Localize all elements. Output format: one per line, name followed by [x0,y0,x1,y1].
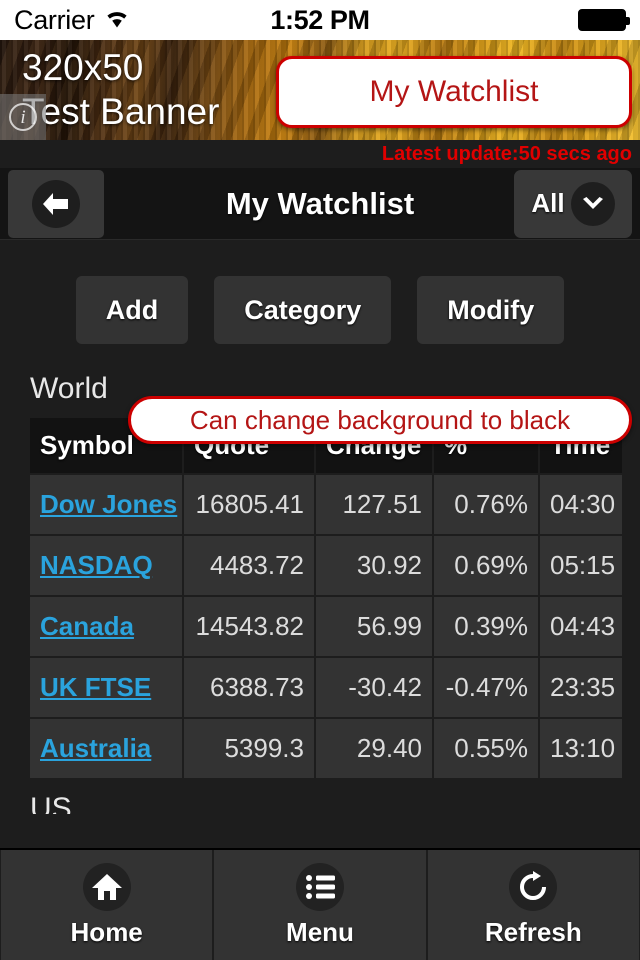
modify-button[interactable]: Modify [417,276,565,344]
carrier-label: Carrier [14,4,95,35]
time-cell: 04:43 [540,597,622,656]
time-cell: 05:15 [540,536,622,595]
symbol-link[interactable]: Dow Jones [40,489,177,519]
navigation-bar: My Watchlist All [0,168,640,240]
symbol-cell: Canada [30,597,182,656]
time-cell: 04:30 [540,475,622,534]
info-icon: i [9,103,37,131]
latest-update-text: Latest update:50 secs ago [381,142,632,165]
table-row[interactable]: Canada 14543.82 56.99 0.39% 04:43 [30,597,622,656]
table-row[interactable]: UK FTSE 6388.73 -30.42 -0.47% 23:35 [30,658,622,717]
battery-full-icon [578,9,630,31]
filter-dropdown[interactable]: All [514,169,632,238]
ad-banner-text: 320x50 Test Banner [22,47,220,132]
refresh-icon [509,862,558,911]
percent-cell: -0.47% [434,658,538,717]
change-cell: -30.42 [316,658,432,717]
tab-menu-label: Menu [286,916,354,947]
arrow-left-icon [32,179,80,228]
symbol-cell: Australia [30,719,182,778]
change-cell: 30.92 [316,536,432,595]
change-cell: 127.51 [316,475,432,534]
symbol-link[interactable]: UK FTSE [40,672,151,702]
add-button[interactable]: Add [75,276,189,344]
section-title-us: US [30,792,72,814]
list-icon [295,862,344,911]
bottom-tab-bar: Home Menu Refresh [0,848,640,960]
percent-cell: 0.69% [434,536,538,595]
status-bar: Carrier 1:52 PM [0,0,640,40]
quote-cell: 4483.72 [184,536,314,595]
filter-dropdown-label: All [531,188,565,218]
symbol-link[interactable]: NASDAQ [40,550,153,580]
category-button[interactable]: Category [214,276,392,344]
symbol-link[interactable]: Canada [40,611,134,641]
percent-cell: 0.55% [434,719,538,778]
status-left-group: Carrier [14,5,130,36]
quote-cell: 6388.73 [184,658,314,717]
quote-cell: 5399.3 [184,719,314,778]
back-button[interactable] [8,169,104,238]
table-row[interactable]: Australia 5399.3 29.40 0.55% 13:10 [30,719,622,778]
quote-cell: 16805.41 [184,475,314,534]
tab-home[interactable]: Home [1,850,213,960]
percent-cell: 0.76% [434,475,538,534]
app-screen: Carrier 1:52 PM 320x50 Test Banner i Lat… [0,0,640,960]
tab-home-label: Home [70,916,143,947]
wifi-icon [104,8,130,33]
tab-refresh[interactable]: Refresh [427,850,639,960]
symbol-link[interactable]: Australia [40,733,151,763]
callout-change-background: Can change background to black [128,396,632,444]
symbol-cell: Dow Jones [30,475,182,534]
tab-refresh-label: Refresh [484,916,582,947]
time-cell: 13:10 [540,719,622,778]
action-button-row: Add Category Modify [0,240,640,344]
quote-cell: 14543.82 [184,597,314,656]
ad-info-badge[interactable]: i [0,94,46,140]
table-row[interactable]: Dow Jones 16805.41 127.51 0.76% 04:30 [30,475,622,534]
change-cell: 56.99 [316,597,432,656]
symbol-cell: NASDAQ [30,536,182,595]
latest-update-bar: Latest update:50 secs ago [0,140,640,168]
status-right-group [578,9,630,31]
change-cell: 29.40 [316,719,432,778]
home-icon [82,862,131,911]
percent-cell: 0.39% [434,597,538,656]
time-cell: 23:35 [540,658,622,717]
callout-my-watchlist: My Watchlist [276,56,632,128]
table-row[interactable]: NASDAQ 4483.72 30.92 0.69% 05:15 [30,536,622,595]
tab-menu[interactable]: Menu [214,850,426,960]
chevron-down-icon [570,181,615,226]
quote-table-world: Symbol Quote Change % Time Dow Jones 168… [28,416,624,780]
symbol-cell: UK FTSE [30,658,182,717]
